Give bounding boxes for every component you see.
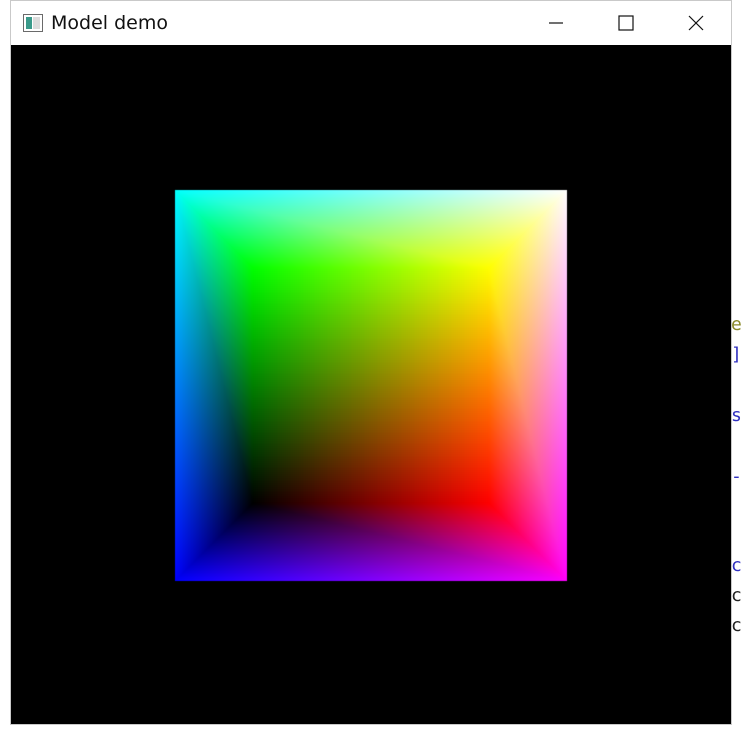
code-fragment: c [731,585,742,606]
minimize-icon [549,22,563,24]
title-bar[interactable]: Model demo [11,1,731,45]
maximize-icon [618,15,634,31]
code-fragment: ] [731,344,742,365]
code-fragment: c [731,555,742,576]
code-fragment: s [731,405,742,426]
app-window-icon [23,14,43,32]
minimize-button[interactable] [521,1,591,45]
rendered-cube [11,45,731,724]
window-title: Model demo [51,12,168,34]
code-fragment: c [731,615,742,636]
close-icon [688,15,704,31]
app-window: Model demo [10,0,732,725]
code-fragment: - [731,466,742,487]
close-button[interactable] [661,1,731,45]
window-controls [521,1,731,45]
maximize-button[interactable] [591,1,661,45]
code-fragment: e [731,314,742,335]
render-viewport[interactable] [11,45,731,724]
